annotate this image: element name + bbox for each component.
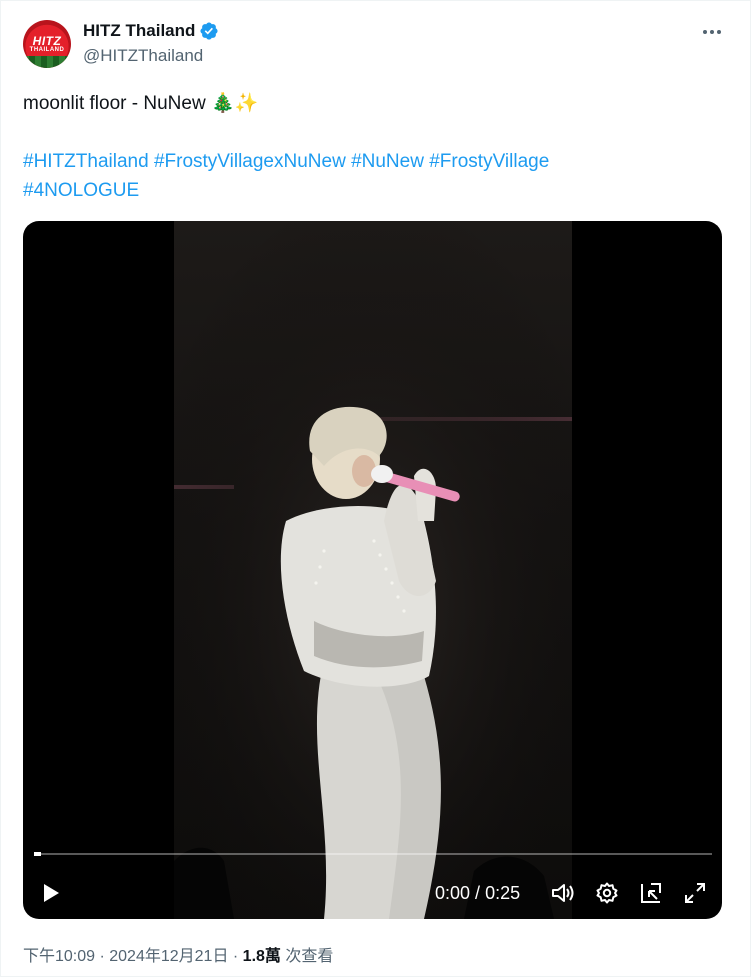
video-time: 0:00 / 0:25 bbox=[435, 883, 520, 904]
display-name[interactable]: HITZ Thailand bbox=[83, 21, 195, 41]
author-name-row[interactable]: HITZ Thailand bbox=[83, 21, 219, 41]
more-icon[interactable] bbox=[700, 23, 724, 41]
avatar-leaves-decoration bbox=[23, 56, 71, 68]
video-controls: 0:00 / 0:25 bbox=[23, 871, 722, 915]
video-time-total: 0:25 bbox=[485, 883, 521, 903]
video-frame bbox=[174, 221, 572, 919]
author-handle[interactable]: @HITZThailand bbox=[83, 46, 203, 66]
settings-icon[interactable] bbox=[589, 871, 625, 915]
video-player[interactable]: 0:00 / 0:25 bbox=[23, 221, 722, 919]
pip-icon[interactable] bbox=[633, 871, 669, 915]
tweet-text: moonlit floor - NuNew 🎄✨ bbox=[23, 93, 259, 114]
avatar[interactable]: HITZ THAILAND bbox=[23, 20, 71, 68]
video-time-separator: / bbox=[470, 883, 486, 903]
avatar-logo-text: HITZ bbox=[32, 33, 62, 48]
volume-icon[interactable] bbox=[545, 871, 581, 915]
views-count: 1.8萬 bbox=[242, 948, 281, 965]
tweet-card: HITZ THAILAND HITZ Thailand @HITZThailan… bbox=[0, 0, 751, 977]
hashtag-link[interactable]: #4NOLOGUE bbox=[23, 180, 139, 201]
timestamp[interactable]: 下午10:09 · 2024年12月21日 · bbox=[23, 942, 243, 966]
tweet-meta: 下午10:09 · 2024年12月21日 · 1.8萬 次查看 bbox=[23, 942, 333, 966]
hashtag-link[interactable]: #HITZThailand bbox=[23, 151, 149, 172]
play-icon[interactable] bbox=[35, 871, 67, 915]
video-progress-bar[interactable] bbox=[34, 852, 712, 856]
hashtag-link[interactable]: #FrostyVillagexNuNew bbox=[154, 151, 346, 172]
avatar-logo-subtext: THAILAND bbox=[29, 46, 65, 53]
hashtag-list: #HITZThailand #FrostyVillagexNuNew #NuNe… bbox=[23, 147, 723, 205]
fullscreen-icon[interactable] bbox=[677, 871, 713, 915]
performer-image bbox=[174, 221, 572, 919]
hashtag-link[interactable]: #NuNew bbox=[351, 151, 424, 172]
views-label: 次查看 bbox=[280, 948, 334, 965]
hashtag-link[interactable]: #FrostyVillage bbox=[429, 151, 549, 172]
video-progress-fill bbox=[34, 852, 41, 856]
video-time-current: 0:00 bbox=[435, 883, 471, 903]
verified-badge-icon bbox=[200, 22, 218, 40]
